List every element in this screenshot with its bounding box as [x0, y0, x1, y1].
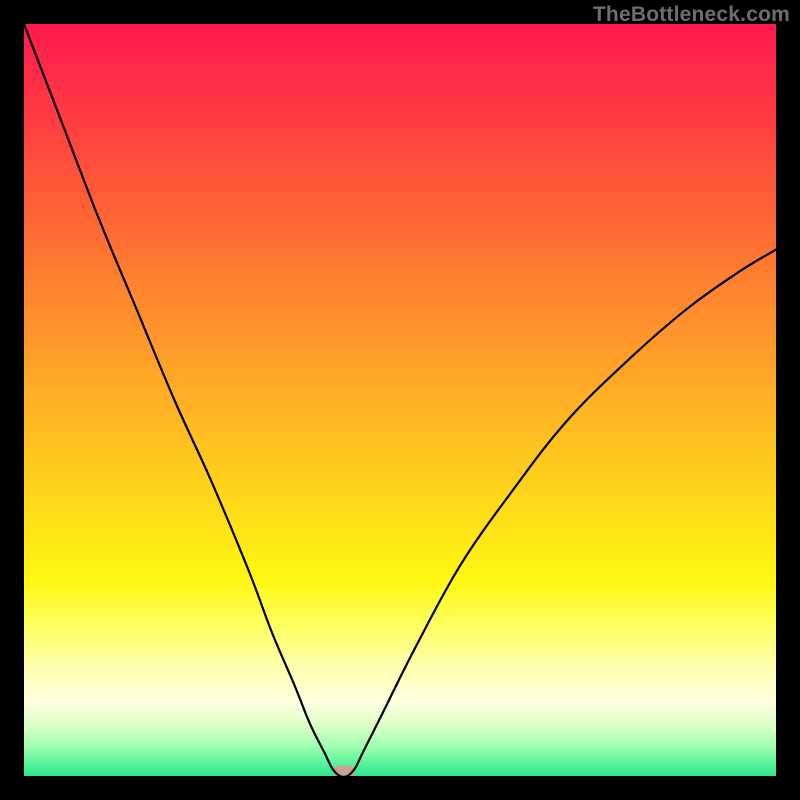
watermark-text: TheBottleneck.com	[593, 3, 790, 27]
plot-area	[24, 24, 776, 776]
chart-frame: TheBottleneck.com	[0, 0, 800, 800]
bottleneck-curve	[24, 24, 776, 776]
